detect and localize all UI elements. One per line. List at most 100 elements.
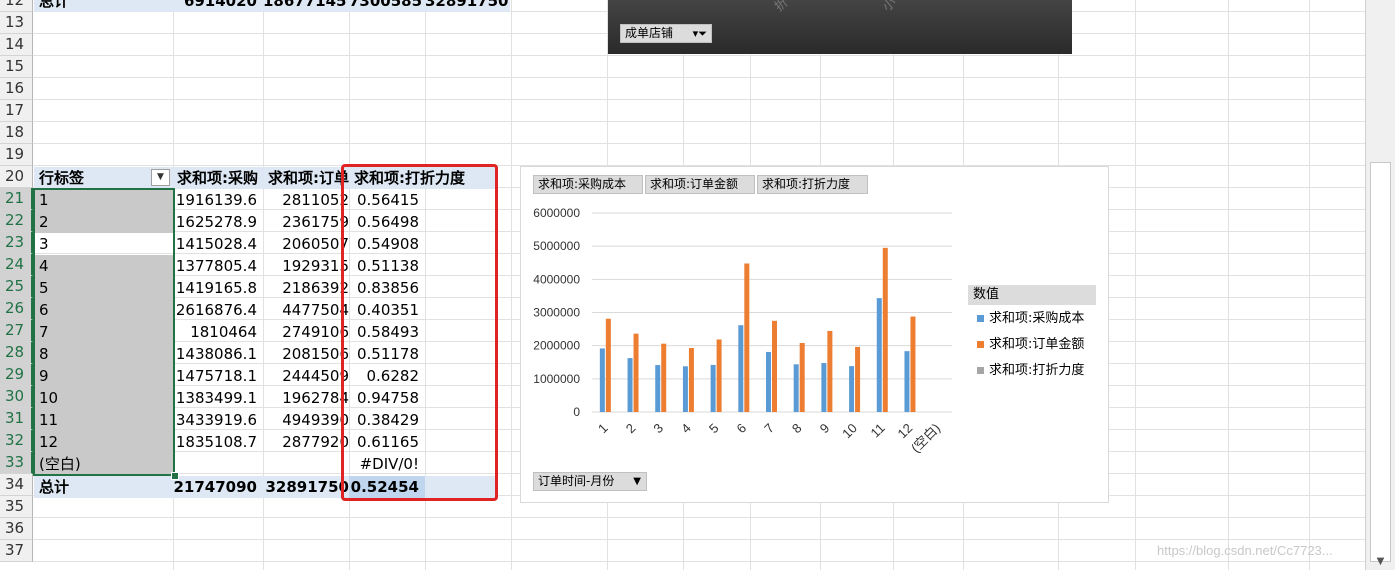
bar-order — [716, 339, 722, 412]
row-header[interactable]: 14 — [0, 34, 33, 56]
order-cell[interactable]: 2877920 — [263, 431, 349, 453]
row-header[interactable]: 34 — [0, 474, 33, 496]
bar-order — [633, 333, 639, 412]
bar-order — [827, 330, 833, 412]
scroll-down-arrow-icon[interactable]: ▼ — [1366, 554, 1395, 570]
row-header[interactable]: 37 — [0, 540, 33, 562]
column-gridline — [1135, 0, 1136, 570]
x-tick-label: 2 — [623, 420, 639, 436]
bar-order — [799, 342, 805, 412]
top-total-label: 总计 — [39, 0, 70, 10]
spreadsheet-grid[interactable]: 12 13 14 15 16 17 18 19 20 21 22 23 24 25 26 27 28 29 30 31… — [0, 0, 1365, 570]
pivot-total-order[interactable]: 32891750 — [263, 476, 350, 498]
cost-cell[interactable]: 1916139.6 — [173, 189, 263, 211]
order-cell[interactable]: 2749106 — [263, 321, 349, 343]
row-header[interactable]: 16 — [0, 78, 33, 100]
cost-sum-header[interactable]: 求和项:采购 — [173, 167, 263, 189]
scrollbar-thumb[interactable] — [1370, 162, 1391, 562]
row-header[interactable]: 18 — [0, 122, 33, 144]
cell-selection-border — [33, 188, 175, 476]
top-total-value: 7300585 — [349, 0, 423, 10]
order-cell[interactable]: 1962784 — [263, 387, 349, 409]
bar-order — [855, 346, 861, 412]
order-cell[interactable]: 2444509 — [263, 365, 349, 387]
y-tick-label: 1000000 — [533, 372, 580, 386]
legend-title: 数值 — [968, 285, 1096, 305]
bar-cost — [766, 351, 771, 412]
order-cell[interactable]: 2361759 — [263, 211, 349, 233]
order-sum-header[interactable]: 求和项:订单 — [265, 167, 349, 189]
order-cell[interactable]: 1929315 — [263, 255, 349, 277]
row-header[interactable]: 24 — [0, 254, 33, 276]
row-header[interactable]: 22 — [0, 210, 33, 232]
x-tick-label: 8 — [789, 420, 805, 436]
row-header[interactable]: 35 — [0, 496, 33, 518]
column-gridline — [511, 0, 512, 570]
cost-cell[interactable] — [173, 453, 263, 475]
dropdown-arrow-icon: ▼ — [633, 476, 641, 487]
row-header[interactable]: 28 — [0, 342, 33, 364]
x-tick-label: 5 — [706, 420, 722, 436]
cost-cell[interactable]: 2616876.4 — [173, 299, 263, 321]
row-gridline — [33, 121, 1365, 122]
watermark-text: https://blog.csdn.net/Cc7723... — [1157, 543, 1333, 558]
order-cell[interactable] — [263, 453, 349, 475]
cost-cell[interactable]: 3433919.6 — [173, 409, 263, 431]
legend-item-order[interactable]: 求和项:订单金额 — [977, 337, 1084, 353]
cost-cell[interactable]: 1835108.7 — [173, 431, 263, 453]
bar-cost — [710, 364, 716, 412]
row-gridline — [33, 143, 1365, 144]
top-total-value: 6914020 — [183, 0, 257, 10]
pivot-total-label[interactable]: 总计 — [34, 476, 173, 498]
row-header[interactable]: 20 — [0, 166, 33, 188]
cost-cell[interactable]: 1475718.1 — [173, 365, 263, 387]
top-pivot-chart[interactable]: 折 小 成单店铺 ▾⏷ — [608, 0, 1072, 54]
legend-item-discount[interactable]: 求和项:打折力度 — [977, 363, 1084, 379]
vertical-scrollbar[interactable]: ▼ — [1365, 0, 1395, 570]
y-tick-label: 3000000 — [533, 306, 580, 320]
order-cell[interactable]: 2081506 — [263, 343, 349, 365]
order-cell[interactable]: 4477504 — [263, 299, 349, 321]
cost-cell[interactable]: 1377805.4 — [173, 255, 263, 277]
order-cell[interactable]: 4949390 — [263, 409, 349, 431]
row-header[interactable]: 21 — [0, 188, 33, 210]
cost-cell[interactable]: 1438086.1 — [173, 343, 263, 365]
order-cell[interactable]: 2186392 — [263, 277, 349, 299]
row-header[interactable]: 13 — [0, 12, 33, 34]
cost-cell[interactable]: 1810464 — [173, 321, 263, 343]
order-cell[interactable]: 2060507 — [263, 233, 349, 255]
row-header[interactable]: 12 — [0, 0, 33, 12]
bar-order — [772, 320, 777, 412]
cost-cell[interactable]: 1419165.8 — [173, 277, 263, 299]
row-header[interactable]: 19 — [0, 144, 33, 166]
row-header[interactable]: 36 — [0, 518, 33, 540]
row-header[interactable]: 30 — [0, 386, 33, 408]
row-header[interactable]: 23 — [0, 232, 33, 254]
row-header[interactable]: 17 — [0, 100, 33, 122]
row-header[interactable]: 25 — [0, 276, 33, 298]
bar-cost — [876, 298, 882, 412]
cost-cell[interactable]: 1625278.9 — [173, 211, 263, 233]
row-header[interactable]: 26 — [0, 298, 33, 320]
axis-field-label: 订单时间-月份 — [538, 474, 615, 488]
row-gridline — [33, 55, 1365, 56]
shop-filter-button[interactable]: 成单店铺 ▾⏷ — [620, 24, 712, 43]
row-header[interactable]: 29 — [0, 364, 33, 386]
row-header[interactable]: 15 — [0, 56, 33, 78]
row-gridline — [33, 517, 1365, 518]
cost-cell[interactable]: 1415028.4 — [173, 233, 263, 255]
bar-chart-plot[interactable]: 0 1000000 2000000 3000000 4000000 5000000 6000… — [520, 166, 1109, 503]
legend-label: 求和项:采购成本 — [989, 311, 1085, 326]
row-labels-filter-button[interactable]: ▼ — [151, 169, 170, 186]
row-labels-header[interactable]: 行标签 — [34, 167, 151, 189]
axis-field-button[interactable]: 订单时间-月份 ▼ — [533, 472, 647, 491]
legend-item-cost[interactable]: 求和项:采购成本 — [977, 311, 1084, 327]
order-cell[interactable]: 2811052 — [263, 189, 349, 211]
fill-handle[interactable] — [171, 472, 179, 480]
pivot-total-cost[interactable]: 21747090 — [173, 476, 263, 498]
cost-cell[interactable]: 1383499.1 — [173, 387, 263, 409]
row-header[interactable]: 27 — [0, 320, 33, 342]
row-header[interactable]: 31 — [0, 408, 33, 430]
row-header[interactable]: 32 — [0, 430, 33, 452]
row-header[interactable]: 33 — [0, 452, 33, 474]
